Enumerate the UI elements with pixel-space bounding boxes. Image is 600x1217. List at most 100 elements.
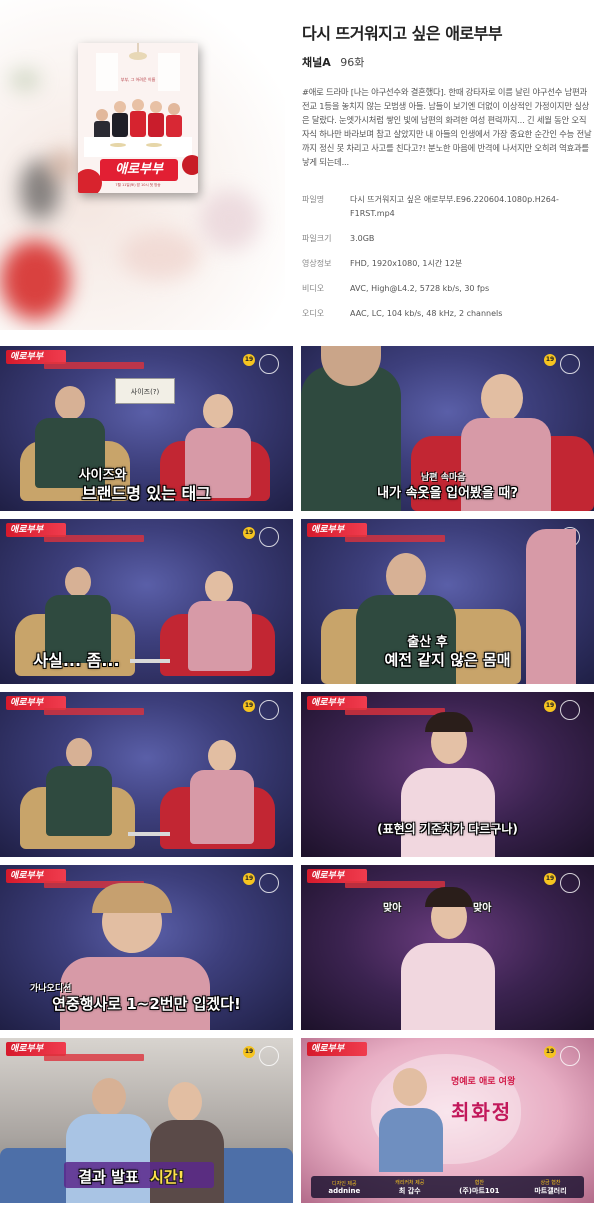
subtitle-caption: (표현의 기준치가 다르구나) — [377, 822, 518, 836]
subtitle-caption: 맞아 — [383, 903, 402, 914]
program-poster[interactable]: 애로부부 부부, 그 어려운 이름 7월 11일(토) 밤 10시 첫 방송 — [78, 43, 198, 193]
screenshot-thumbnail[interactable]: 애로부부 19 (표현의 기준치가 다르구나) — [301, 692, 594, 857]
host-hair — [425, 887, 473, 907]
host-body — [66, 1114, 152, 1203]
channel-logo-icon — [259, 527, 279, 547]
age-rating-badge: 19 — [243, 700, 255, 712]
file-info-key: 파일크기 — [302, 234, 332, 243]
host-face — [55, 386, 85, 420]
host-face — [92, 1078, 126, 1116]
age-rating-badge: 19 — [544, 1046, 556, 1058]
episode-subtitle-bar — [44, 708, 144, 715]
file-info-key: 파일명 — [302, 195, 325, 204]
screenshot-thumbnail[interactable]: 애로부부 출산 후 예전 같지 않은 몸매 — [301, 519, 594, 684]
screenshot-thumbnail[interactable]: 애로부부 19 사이즈(?) 사이즈와 브랜드명 있는 태그 — [0, 346, 293, 511]
show-logo: 애로부부 — [307, 1042, 367, 1056]
file-info-value: 3.0GB — [350, 234, 375, 243]
program-details: 다시 뜨거워지고 싶은 애로부부 채널A 96화 #애로 드라마 [나는 야구선… — [302, 20, 592, 332]
poster-date: 7월 11일(토) 밤 10시 첫 방송 — [115, 183, 161, 187]
screenshot-thumbnail[interactable]: 애로부부 19 — [0, 692, 293, 857]
age-rating-badge: 19 — [243, 873, 255, 885]
subtitle-caption: 예전 같지 않은 몸매 — [384, 651, 511, 669]
subtitle-caption: 내가 속옷을 입어봤을 때? — [377, 486, 518, 501]
host-face — [205, 571, 233, 603]
sponsor-name: 마트갤러리 — [534, 1186, 567, 1195]
sponsor-label: 디자인 제공 — [332, 1180, 357, 1187]
channel-logo-icon — [560, 700, 580, 720]
channel-logo-icon — [259, 873, 279, 893]
sponsor-name: addnine — [328, 1186, 361, 1195]
host-body — [379, 1108, 443, 1172]
subtitle-caption: 출산 후 — [407, 635, 448, 650]
age-rating-badge: 19 — [243, 354, 255, 366]
host-body — [401, 768, 495, 857]
age-rating-badge: 19 — [544, 873, 556, 885]
screenshot-thumbnail[interactable]: 19 남편 속마음 내가 속옷을 입어봤을 때? — [301, 346, 594, 511]
host-face — [393, 1068, 427, 1106]
sponsor-name: (주)마트101 — [459, 1186, 500, 1195]
host-face — [65, 567, 91, 597]
host-face — [203, 394, 233, 428]
screenshot-thumbnail[interactable]: 애로부부 19 명예로 애로 여왕 최화정 디자인 제공 addnine 캐리커… — [301, 1038, 594, 1203]
award-subtitle: 명예로 애로 여왕 — [451, 1077, 516, 1087]
subtitle-caption: 사실... 좀... — [33, 651, 120, 670]
episode-subtitle-bar — [345, 708, 445, 715]
sponsor-item: 협찬 (주)마트101 — [459, 1179, 499, 1196]
episode-subtitle-bar — [44, 535, 144, 542]
host-hair — [425, 712, 473, 732]
channel-logo-icon — [560, 354, 580, 374]
episode-subtitle-bar — [345, 535, 445, 542]
file-info-row: 영상정보 FHD, 1920x1080, 1시간 12분 — [302, 257, 592, 271]
subtitle-caption: 브랜드명 있는 태그 — [82, 484, 211, 503]
sponsor-item: 디자인 제공 addnine — [328, 1180, 360, 1195]
episode-subtitle-bar — [44, 362, 144, 369]
host-body — [190, 770, 254, 844]
host-face — [168, 1082, 202, 1122]
sponsor-label: 협찬 — [474, 1179, 484, 1186]
host-body — [401, 943, 495, 1030]
channel-logo-icon — [560, 1046, 580, 1066]
host-body — [46, 766, 112, 836]
host-face — [66, 738, 92, 768]
screenshot-thumbnail[interactable]: 애로부부 19 맞아 맞아 — [301, 865, 594, 1030]
subtitle-caption: 연중행사로 1~2번만 입겠다! — [52, 995, 241, 1013]
sponsor-item: 캐리커처 제공 최 갑수 — [395, 1179, 424, 1196]
poster-tagline: 부부, 그 어려운 이름 — [120, 77, 156, 82]
channel-episode-row: 채널A 96화 — [302, 54, 592, 70]
episode-number: 96화 — [340, 56, 365, 69]
screenshot-thumbnail[interactable]: 애로부부 19 사실... 좀... — [0, 519, 293, 684]
award-winner-name: 최화정 — [451, 1100, 513, 1124]
file-info-key: 영상정보 — [302, 259, 332, 268]
sponsor-bar: 디자인 제공 addnine 캐리커처 제공 최 갑수 협찬 (주)마트101 … — [311, 1176, 584, 1198]
episode-subtitle-bar — [44, 1054, 144, 1061]
channel-name: 채널A — [302, 56, 331, 69]
channel-logo-icon — [259, 700, 279, 720]
file-info-value: AAC, LC, 104 kb/s, 48 kHz, 2 channels — [350, 309, 503, 318]
sponsor-label: 상금 협찬 — [540, 1179, 561, 1186]
subtitle-caption: 결과 발표 — [78, 1168, 139, 1186]
sponsor-name: 최 갑수 — [398, 1186, 421, 1195]
file-info-row: 비디오 AVC, High@L4.2, 5728 kb/s, 30 fps — [302, 282, 592, 296]
host-face — [386, 553, 426, 599]
program-title: 다시 뜨거워지고 싶은 애로부부 — [302, 24, 503, 43]
file-info-value: AVC, High@L4.2, 5728 kb/s, 30 fps — [350, 284, 490, 293]
poster-logo: 애로부부 — [115, 162, 163, 177]
file-info-value: 다시 뜨거워지고 싶은 애로부부.E96.220604.1080p.H264-F… — [350, 195, 559, 218]
file-info-key: 오디오 — [302, 309, 325, 318]
channel-logo-icon — [259, 1046, 279, 1066]
screenshot-thumbnail[interactable]: 애로부부 19 가나오디션 연중행사로 1~2번만 입겠다! — [0, 865, 293, 1030]
studio-table — [128, 832, 170, 836]
age-rating-badge: 19 — [544, 700, 556, 712]
file-info-list: 파일명 다시 뜨거워지고 싶은 애로부부.E96.220604.1080p.H2… — [302, 193, 592, 321]
file-info-row: 오디오 AAC, LC, 104 kb/s, 48 kHz, 2 channel… — [302, 307, 592, 321]
file-info-key: 비디오 — [302, 284, 325, 293]
host-face — [208, 740, 236, 772]
subtitle-caption-highlight: 시간! — [150, 1168, 185, 1186]
screenshot-thumbnail[interactable]: 애로부부 19 결과 발표 시간! — [0, 1038, 293, 1203]
host-hair — [92, 883, 172, 913]
channel-logo-icon — [560, 873, 580, 893]
file-info-row: 파일명 다시 뜨거워지고 싶은 애로부부.E96.220604.1080p.H2… — [302, 193, 592, 221]
program-info-section: 애로부부 부부, 그 어려운 이름 7월 11일(토) 밤 10시 첫 방송 다… — [0, 0, 600, 330]
host-face — [481, 374, 523, 422]
file-info-row: 파일크기 3.0GB — [302, 232, 592, 246]
